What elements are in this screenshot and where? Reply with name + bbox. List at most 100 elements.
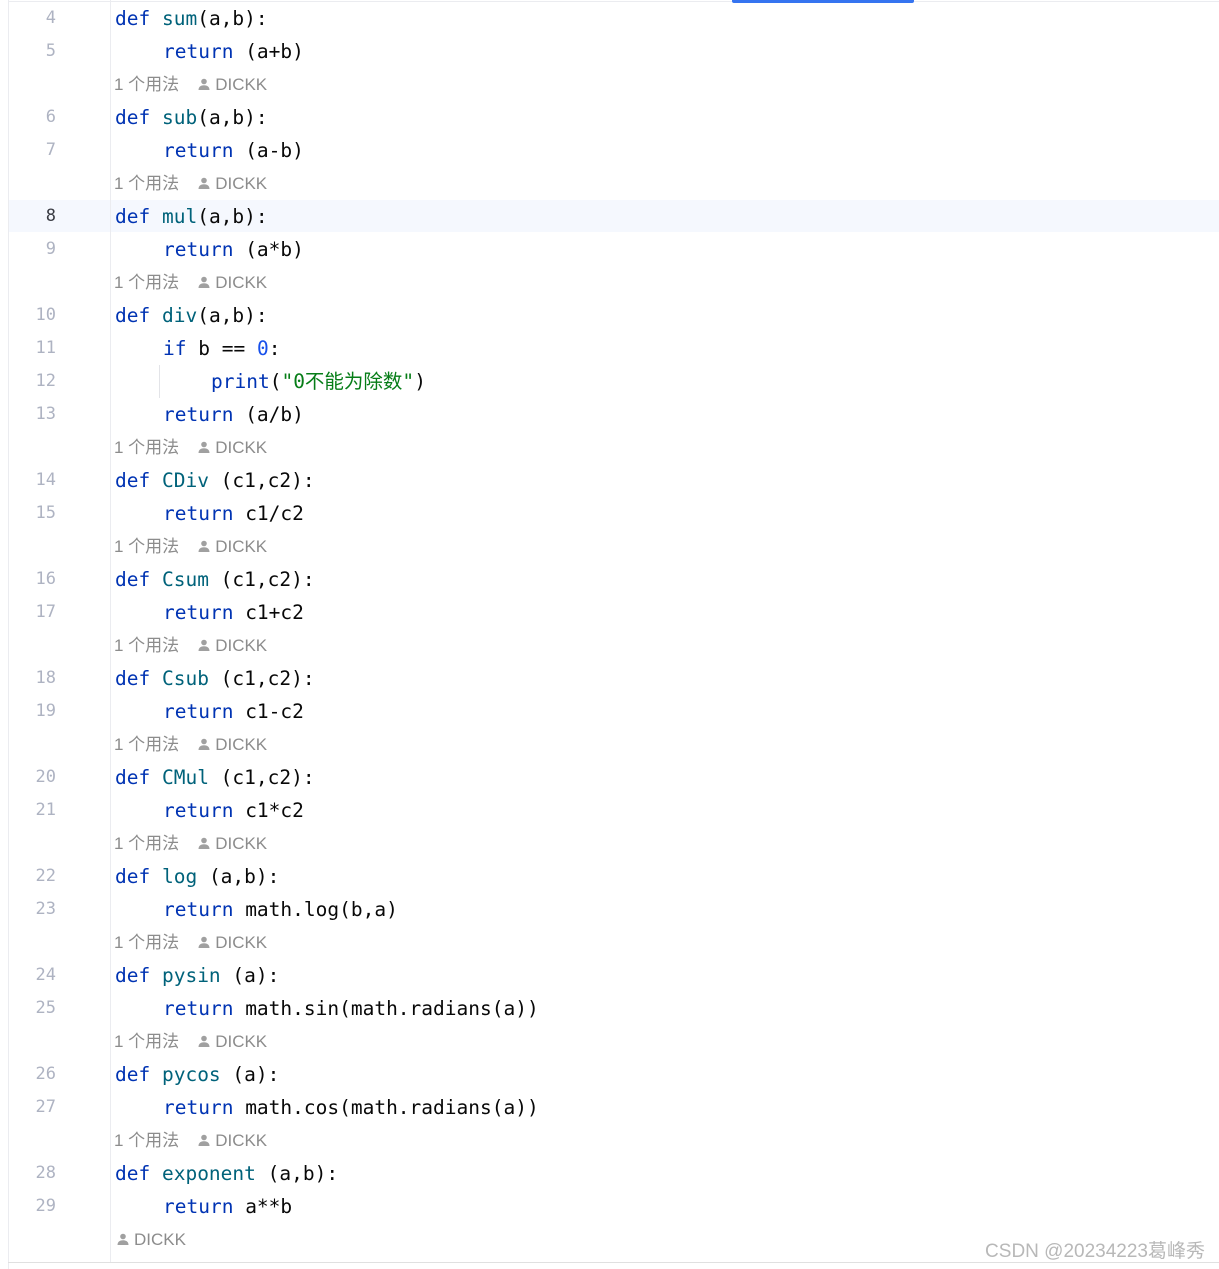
line-number[interactable]: 18 (0, 662, 56, 695)
line-number[interactable]: 17 (0, 596, 56, 629)
usage-count-link[interactable]: 1 个用法 (114, 636, 179, 655)
author-hint[interactable]: DICKK (197, 75, 267, 94)
code-text[interactable]: return c1/c2 (163, 497, 304, 530)
code-editor[interactable]: 4 def sum(a,b): 5 return (a+b) 1 个用法 DICKK 6 de… (0, 0, 1219, 1269)
author-hint[interactable]: DICKK (116, 1230, 186, 1249)
code-text[interactable]: def pycos (a): (115, 1058, 279, 1091)
usage-count-link[interactable]: 1 个用法 (114, 834, 179, 853)
code-text[interactable]: def Csub (c1,c2): (115, 662, 315, 695)
keyword-token: def (115, 964, 162, 987)
code-text[interactable]: def Csum (c1,c2): (115, 563, 315, 596)
usage-count-link[interactable]: 1 个用法 (114, 273, 179, 292)
author-hint[interactable]: DICKK (197, 438, 267, 457)
code-text[interactable]: return (a*b) (163, 233, 304, 266)
author-hint[interactable]: DICKK (197, 1131, 267, 1150)
usage-author-hint[interactable]: 1 个用法 DICKK (114, 530, 267, 563)
code-line: 25 return math.sin(math.radians(a)) (0, 992, 1219, 1025)
code-text[interactable]: return (a/b) (163, 398, 304, 431)
author-hint[interactable]: DICKK (197, 933, 267, 952)
usage-author-hint[interactable]: 1 个用法 DICKK (114, 629, 267, 662)
usage-author-hint[interactable]: 1 个用法 DICKK (114, 728, 267, 761)
code-text[interactable]: def CDiv (c1,c2): (115, 464, 315, 497)
code-text[interactable]: def div(a,b): (115, 299, 268, 332)
code-text[interactable]: return (a+b) (163, 35, 304, 68)
line-number[interactable]: 11 (0, 332, 56, 365)
author-hint[interactable]: DICKK (197, 834, 267, 853)
code-line: 11 if b == 0: (0, 332, 1219, 365)
line-number[interactable]: 26 (0, 1058, 56, 1091)
usage-author-hint[interactable]: 1 个用法 DICKK (114, 1025, 267, 1058)
code-token: (a+b) (245, 40, 304, 63)
code-text[interactable]: def sum(a,b): (115, 2, 268, 35)
author-hint[interactable]: DICKK (197, 174, 267, 193)
line-number[interactable]: 24 (0, 959, 56, 992)
code-text[interactable]: print("0不能为除数") (211, 365, 426, 398)
line-number[interactable]: 10 (0, 299, 56, 332)
code-line: 5 return (a+b) (0, 35, 1219, 68)
code-text[interactable]: return c1-c2 (163, 695, 304, 728)
line-number[interactable]: 21 (0, 794, 56, 827)
usage-author-hint[interactable]: 1 个用法 DICKK (114, 827, 267, 860)
line-number[interactable]: 8 (0, 200, 56, 233)
function-name-token: Csum (161, 568, 209, 591)
usage-author-hint[interactable]: 1 个用法 DICKK (114, 68, 267, 101)
code-text[interactable]: def mul(a,b): (115, 200, 268, 233)
line-number[interactable]: 20 (0, 761, 56, 794)
usage-author-hint[interactable]: 1 个用法 DICKK (114, 926, 267, 959)
usage-count-link[interactable]: 1 个用法 (114, 174, 179, 193)
usage-author-hint[interactable]: DICKK (114, 1223, 186, 1256)
code-text[interactable]: return math.cos(math.radians(a)) (163, 1091, 539, 1124)
author-hint[interactable]: DICKK (197, 537, 267, 556)
line-number[interactable]: 25 (0, 992, 56, 1025)
line-number[interactable]: 14 (0, 464, 56, 497)
keyword-token: return (163, 601, 246, 624)
author-hint[interactable]: DICKK (197, 735, 267, 754)
line-number[interactable]: 15 (0, 497, 56, 530)
line-number[interactable]: 4 (0, 2, 56, 35)
number-token: 0 (256, 337, 269, 360)
line-number[interactable]: 12 (0, 365, 56, 398)
code-text[interactable]: def sub(a,b): (115, 101, 268, 134)
line-number[interactable]: 22 (0, 860, 56, 893)
usage-count-link[interactable]: 1 个用法 (114, 438, 179, 457)
keyword-token: def (115, 1063, 162, 1086)
author-hint[interactable]: DICKK (197, 273, 267, 292)
author-name: DICKK (215, 174, 268, 193)
line-number[interactable]: 16 (0, 563, 56, 596)
line-number[interactable]: 19 (0, 695, 56, 728)
code-text[interactable]: return c1+c2 (163, 596, 304, 629)
author-hint[interactable]: DICKK (197, 636, 267, 655)
line-number[interactable]: 5 (0, 35, 56, 68)
person-icon (198, 441, 210, 453)
code-text[interactable]: if b == 0: (163, 332, 280, 365)
usage-count-link[interactable]: 1 个用法 (114, 75, 179, 94)
line-number[interactable]: 6 (0, 101, 56, 134)
code-text[interactable]: return math.log(b,a) (163, 893, 398, 926)
code-token: c1/c2 (245, 502, 304, 525)
line-number[interactable]: 27 (0, 1091, 56, 1124)
code-text[interactable]: def CMul (c1,c2): (115, 761, 315, 794)
code-text[interactable]: def exponent (a,b): (115, 1157, 338, 1190)
line-number[interactable]: 7 (0, 134, 56, 167)
usage-count-link[interactable]: 1 个用法 (114, 1131, 179, 1150)
usage-count-link[interactable]: 1 个用法 (114, 735, 179, 754)
author-hint[interactable]: DICKK (197, 1032, 267, 1051)
code-text[interactable]: def pysin (a): (115, 959, 279, 992)
line-number[interactable]: 9 (0, 233, 56, 266)
usage-author-hint[interactable]: 1 个用法 DICKK (114, 266, 267, 299)
usage-count-link[interactable]: 1 个用法 (114, 1032, 179, 1051)
code-text[interactable]: return c1*c2 (163, 794, 304, 827)
usage-author-hint[interactable]: 1 个用法 DICKK (114, 1124, 267, 1157)
line-number[interactable]: 23 (0, 893, 56, 926)
line-number[interactable]: 29 (0, 1190, 56, 1223)
usage-count-link[interactable]: 1 个用法 (114, 537, 179, 556)
line-number[interactable]: 13 (0, 398, 56, 431)
code-text[interactable]: return a**b (163, 1190, 292, 1223)
code-text[interactable]: return (a-b) (163, 134, 304, 167)
code-text[interactable]: return math.sin(math.radians(a)) (163, 992, 539, 1025)
usage-author-hint[interactable]: 1 个用法 DICKK (114, 167, 267, 200)
code-text[interactable]: def log (a,b): (115, 860, 279, 893)
line-number[interactable]: 28 (0, 1157, 56, 1190)
usage-count-link[interactable]: 1 个用法 (114, 933, 179, 952)
usage-author-hint[interactable]: 1 个用法 DICKK (114, 431, 267, 464)
